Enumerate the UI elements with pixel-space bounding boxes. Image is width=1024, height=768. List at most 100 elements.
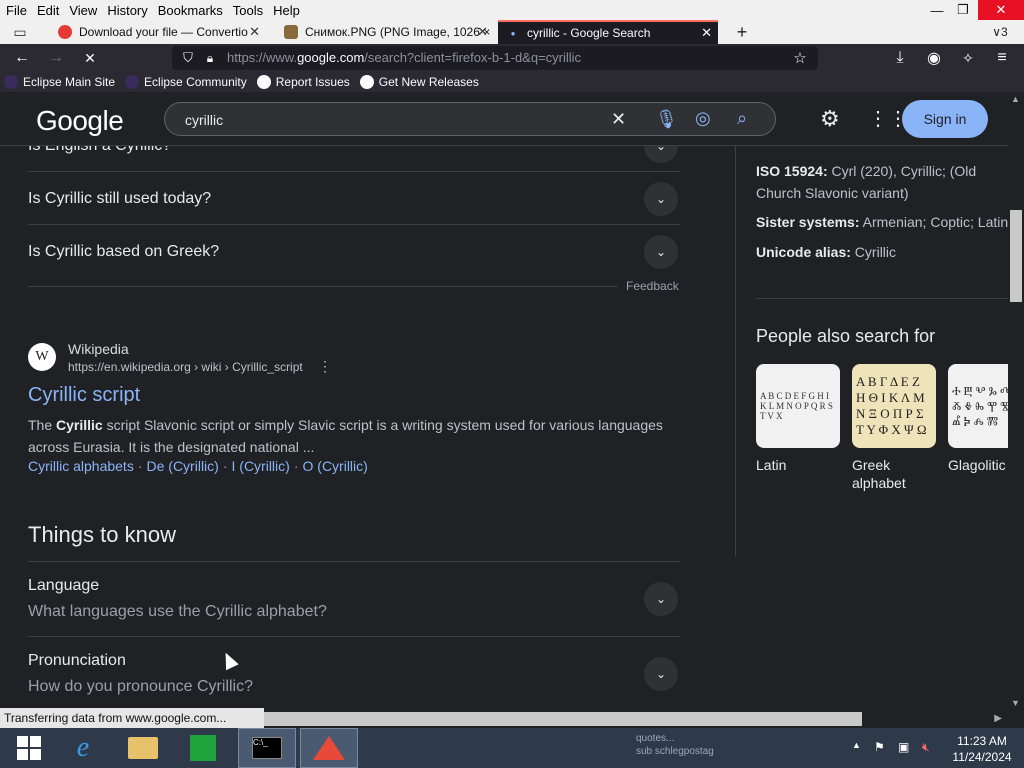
lock-icon[interactable]: 🔒︎ [198,46,222,70]
bookmarks-bar: Eclipse Main Site Eclipse Community Repo… [0,72,1024,92]
chevron-down-icon[interactable]: ⌄ [644,146,678,163]
tab-overview-icon[interactable]: ▭ [8,20,32,44]
voice-search-icon[interactable]: 🎙︎ [655,109,678,130]
ttk-heading: Pronunciation [28,652,126,669]
app-menu-icon[interactable]: ≡ [990,46,1014,70]
tab-convertio[interactable]: Download your file — Convertio ✕ [50,20,266,44]
menu-view[interactable]: View [64,3,102,18]
tab-count: 3 [1001,25,1008,39]
sitelink[interactable]: Cyrillic alphabets [28,458,134,474]
bookmark-eclipse-community[interactable]: Eclipse Community [125,75,247,89]
downloads-icon[interactable]: ⤓ [888,46,912,70]
menu-edit[interactable]: Edit [32,3,64,18]
search-box[interactable]: cyrillic ✕ 🎙︎ ◎ ⌕ [164,102,776,136]
sitelink[interactable]: O (Cyrillic) [303,458,368,474]
vertical-scrollbar[interactable]: ▲ ▼ [1008,92,1024,710]
tab-list-button[interactable]: ∨ 3 [982,20,1018,44]
clear-search-icon[interactable]: ✕ [611,109,626,130]
search-input[interactable]: cyrillic [185,112,223,128]
bookmark-get-new-releases[interactable]: Get New Releases [359,75,479,89]
bookmark-report-issues[interactable]: Report Issues [256,75,350,89]
tab-google-search[interactable]: ● cyrillic - Google Search ✕ [498,20,718,44]
menu-bookmarks[interactable]: Bookmarks [153,3,228,18]
kp-unicode-alias: Unicode alias: Cyrillic [756,244,897,260]
faq-question: Is Cyrillic based on Greek? [28,243,220,260]
sitelink[interactable]: I (Cyrillic) [232,458,290,474]
settings-gear-icon[interactable]: ⚙ [820,106,840,132]
taskbar-store[interactable] [174,728,232,768]
new-tab-icon[interactable]: + [730,20,754,44]
chevron-down-icon[interactable]: ⌄ [644,182,678,216]
start-button[interactable] [0,728,58,768]
feedback-link[interactable]: Feedback [626,279,679,293]
close-tab-icon[interactable]: ✕ [477,24,488,40]
wikipedia-favicon-icon: W [28,343,56,371]
divider [28,286,618,287]
bookmark-star-icon[interactable]: ☆ [788,46,812,70]
sign-in-button[interactable]: Sign in [902,100,988,138]
menu-file[interactable]: File [0,3,32,18]
chevron-down-icon[interactable]: ⌄ [644,582,678,616]
bookmark-eclipse-main[interactable]: Eclipse Main Site [4,75,115,89]
url-bar[interactable]: ⛉ 🔒︎ https://www.google.com/search?clien… [172,46,818,70]
result-title-link[interactable]: Cyrillic script [28,384,140,407]
menu-history[interactable]: History [102,3,152,18]
scroll-thumb[interactable] [1010,210,1022,302]
hscroll-thumb[interactable] [264,712,862,726]
url-text[interactable]: https://www.google.com/search?client=fir… [227,50,581,65]
shield-icon[interactable]: ⛉ [176,46,200,70]
back-icon[interactable]: ← [10,46,34,70]
taskbar-ie[interactable]: e [54,728,112,768]
scroll-down-icon[interactable]: ▼ [1011,698,1020,708]
things-to-know-item[interactable]: Pronunciation How do you pronounce Cyril… [28,636,680,706]
taskbar-cmd[interactable]: C:\_ [238,728,296,768]
show-hidden-icons[interactable]: ▲ [852,740,861,750]
menu-help[interactable]: Help [268,3,305,18]
stop-loading-icon[interactable]: ✕ [78,46,102,70]
account-icon[interactable]: ◉ [922,46,946,70]
google-logo[interactable]: Google [36,105,124,137]
latin-thumbnail: A B C D E F G H I K L M N O P Q R S T V … [756,364,840,448]
horizontal-scrollbar[interactable]: ▶ [264,710,1008,728]
lens-icon[interactable]: ◎ [695,108,711,129]
scroll-up-icon[interactable]: ▲ [1011,94,1020,104]
tab-image[interactable]: Снимок.PNG (PNG Image, 1026 × ✕ [276,20,494,44]
loading-dot-icon: ● [510,28,516,38]
glagolitic-thumbnail: Ⰰ Ⰱ Ⰲ Ⰳ Ⰴ Ⰵ Ⰶ Ⰷ Ⰸ Ⰹ Ⰺ Ⰻ Ⰼ Ⰽ Ⰾ Ⰿ [948,364,1008,448]
scroll-right-icon[interactable]: ▶ [994,713,1002,724]
faq-item[interactable]: Is English a Cyrillic? ⌄ [28,146,680,172]
image-favicon-icon [284,25,298,39]
close-tab-icon[interactable]: ✕ [249,24,260,40]
things-to-know-item[interactable]: Language What languages use the Cyrillic… [28,561,680,637]
pas-card-latin[interactable]: A B C D E F G H I K L M N O P Q R S T V … [756,364,840,474]
forward-icon[interactable]: → [44,46,68,70]
search-icon[interactable]: ⌕ [737,108,747,129]
taskbar-app[interactable] [300,728,358,768]
sitelink[interactable]: De (Cyrillic) [147,458,219,474]
pas-label: Glagolitic [948,457,1006,473]
taskbar-explorer[interactable] [114,728,172,768]
pas-card-glagolitic[interactable]: Ⰰ Ⰱ Ⰲ Ⰳ Ⰴ Ⰵ Ⰶ Ⰷ Ⰸ Ⰹ Ⰺ Ⰻ Ⰼ Ⰽ Ⰾ Ⰿ Glagolit… [948,364,1008,474]
faq-item[interactable]: Is Cyrillic based on Greek? ⌄ [28,226,680,278]
pas-card-greek[interactable]: Α Β Γ Δ Ε Ζ Η Θ Ι Κ Λ Μ Ν Ξ Ο Π Ρ Σ Τ Υ … [852,364,936,492]
close-tab-icon[interactable]: ✕ [701,25,712,41]
convertio-favicon-icon [58,25,72,39]
chevron-down-icon[interactable]: ⌄ [644,235,678,269]
faq-item[interactable]: Is Cyrillic still used today? ⌄ [28,173,680,225]
menu-tools[interactable]: Tools [228,3,268,18]
more-options-icon[interactable]: ⋮ [318,358,332,375]
panel-divider [735,146,736,556]
close-window-icon[interactable]: ✕ [978,0,1024,20]
result-site-name[interactable]: Wikipedia [68,341,129,357]
result-url[interactable]: https://en.wikipedia.org › wiki › Cyrill… [68,360,303,374]
chevron-down-icon[interactable]: ⌄ [644,657,678,691]
volume-muted-icon[interactable]: 🔇︎ [922,740,930,755]
system-clock[interactable]: 11:23 AM 11/24/2024 [946,733,1018,765]
restore-icon[interactable]: ❐ [948,0,978,20]
github-icon [359,75,374,89]
flag-icon[interactable]: ⚑ [874,740,885,754]
windows-logo-icon [17,736,41,760]
kp-sister-systems: Sister systems: Armenian; Coptic; Latin [756,214,1008,230]
network-icon[interactable]: ▣ [898,740,909,754]
extensions-icon[interactable]: ✧ [956,46,980,70]
